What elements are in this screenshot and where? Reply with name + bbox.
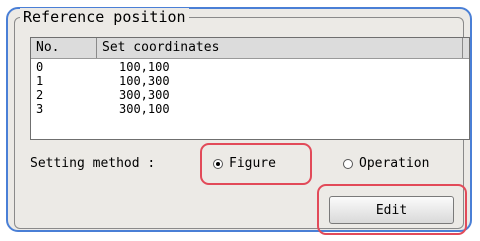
row-number: 0 [36,60,44,74]
row-number: 3 [36,102,44,116]
row-coordinates: 300,300 [119,88,170,102]
list-header: No. Set coordinates [31,38,469,59]
row-number: 1 [36,74,44,88]
row-number: 2 [36,88,44,102]
column-header-filler [463,38,469,58]
list-rows: 0 100,100 1 100,300 2 300,300 3 300,100 [31,60,469,116]
list-row[interactable]: 1 100,300 [31,74,469,88]
operation-radio[interactable]: Operation [343,155,429,173]
row-coordinates: 100,300 [119,74,170,88]
radio-circle-icon[interactable] [343,159,353,169]
group-title: Reference position [20,8,189,26]
list-row[interactable]: 2 300,300 [31,88,469,102]
edit-highlight [317,184,467,235]
list-row[interactable]: 0 100,100 [31,60,469,74]
row-coordinates: 300,100 [119,102,170,116]
row-coordinates: 100,100 [119,60,170,74]
list-row[interactable]: 3 300,100 [31,102,469,116]
operation-radio-label[interactable]: Operation [359,155,429,173]
column-header-no[interactable]: No. [31,38,97,58]
figure-highlight [200,143,312,185]
coordinates-list[interactable]: No. Set coordinates 0 100,100 1 100,300 … [30,37,470,140]
setting-method-label: Setting method : [30,156,156,171]
column-header-set-coordinates[interactable]: Set coordinates [97,38,463,58]
